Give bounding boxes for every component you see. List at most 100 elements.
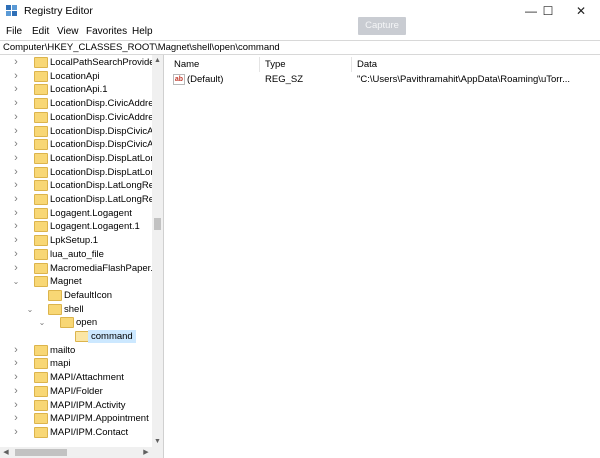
key-tree[interactable]: › LocalPathSearchProvider › LocationApi › Loc…	[0, 55, 164, 458]
chevron-right-icon[interactable]: ›	[11, 97, 21, 110]
column-divider[interactable]	[259, 57, 260, 72]
tree-item-label: LocationDisp.LatLongRep	[50, 180, 160, 192]
chevron-right-icon[interactable]: ›	[11, 385, 21, 398]
tree-item[interactable]: › Logagent.Logagent	[0, 207, 152, 221]
tree-item-label: MAPI/IPM.Activity	[50, 399, 126, 411]
chevron-right-icon[interactable]: ›	[11, 152, 21, 165]
close-button[interactable]: ✕	[562, 0, 600, 23]
tree-item-label: MAPI/Attachment	[50, 372, 124, 384]
folder-icon	[34, 111, 48, 123]
value-row[interactable]: ab (Default) REG_SZ "C:\Users\Pavithrama…	[167, 73, 600, 87]
tree-item[interactable]: ⌄ open	[0, 316, 152, 330]
menu-edit[interactable]: Edit	[32, 26, 49, 37]
chevron-right-icon[interactable]: ›	[11, 234, 21, 247]
tree-vertical-scrollbar[interactable]: ▲ ▼	[152, 55, 163, 448]
scroll-thumb-horizontal[interactable]	[15, 449, 67, 456]
tree-item[interactable]: › MAPI/Folder	[0, 385, 152, 399]
chevron-right-icon[interactable]: ›	[11, 193, 21, 206]
tree-item[interactable]: ⌄ Magnet	[0, 275, 152, 289]
chevron-down-icon[interactable]: ⌄	[25, 303, 35, 316]
scroll-thumb[interactable]	[154, 218, 161, 230]
values-list[interactable]: Name Type Data ab (Default) REG_SZ "C:\U…	[167, 55, 600, 458]
tree-item-label: LocationApi.1	[50, 84, 108, 96]
chevron-right-icon[interactable]: ›	[11, 371, 21, 384]
tree-item-label: LocationDisp.CivicAddres	[50, 98, 159, 110]
chevron-right-icon[interactable]: ›	[11, 179, 21, 192]
column-header-type[interactable]: Type	[265, 57, 286, 72]
tree-item[interactable]: command	[0, 330, 152, 344]
folder-icon	[34, 248, 48, 260]
tree-item-label: MAPI/IPM.Contact	[50, 426, 129, 438]
tree-item[interactable]: › MacromediaFlashPaper.M	[0, 262, 161, 276]
chevron-right-icon[interactable]: ›	[11, 357, 21, 370]
tree-item[interactable]: › MAPI/IPM.Activity	[0, 399, 152, 413]
chevron-right-icon[interactable]: ›	[11, 248, 21, 261]
folder-icon	[34, 262, 48, 274]
tree-item[interactable]: › LocationDisp.DispLatLong	[0, 152, 161, 166]
column-header-data[interactable]: Data	[357, 57, 377, 72]
chevron-right-icon[interactable]: ›	[11, 412, 21, 425]
tree-item[interactable]: › LocationDisp.DispLatLong	[0, 166, 161, 180]
tree-horizontal-scrollbar[interactable]: ◀ ▶	[0, 447, 163, 458]
column-divider[interactable]	[351, 57, 352, 72]
column-header-name[interactable]: Name	[174, 57, 199, 72]
tree-item[interactable]: › LocationDisp.LatLongRep	[0, 179, 159, 193]
chevron-down-icon[interactable]: ⌄	[11, 275, 21, 288]
folder-icon	[48, 303, 62, 315]
chevron-down-icon[interactable]: ⌄	[37, 316, 47, 329]
tree-item[interactable]: › LocationDisp.CivicAddres	[0, 97, 158, 111]
tree-item[interactable]: › LocalPathSearchProvider	[0, 56, 158, 70]
tree-item[interactable]: › mailto	[0, 344, 152, 358]
menu-file[interactable]: File	[6, 26, 22, 37]
address-bar[interactable]: Computer\HKEY_CLASSES_ROOT\Magnet\shell\…	[0, 40, 600, 55]
chevron-right-icon[interactable]: ›	[11, 220, 21, 233]
chevron-right-icon[interactable]: ›	[11, 111, 21, 124]
scroll-right-icon[interactable]: ▶	[140, 447, 152, 458]
tree-item[interactable]: › MAPI/IPM.Contact	[0, 426, 152, 440]
chevron-right-icon[interactable]: ›	[11, 70, 21, 83]
tree-item-label: LocationDisp.DispCivicAc	[50, 125, 159, 137]
scroll-up-icon[interactable]: ▲	[152, 55, 163, 67]
scroll-left-icon[interactable]: ◀	[0, 447, 12, 458]
folder-icon	[34, 358, 48, 370]
tree-item[interactable]: › LocationDisp.LatLongRep	[0, 193, 159, 207]
tree-item-label: LocalPathSearchProvider	[50, 57, 158, 68]
chevron-right-icon[interactable]: ›	[11, 56, 21, 69]
tree-item[interactable]: DefaultIcon	[0, 289, 152, 303]
chevron-right-icon[interactable]: ›	[11, 138, 21, 151]
tree-item[interactable]: › LocationDisp.CivicAddres	[0, 111, 158, 125]
chevron-right-icon[interactable]: ›	[11, 262, 21, 275]
tree-item-label: LocationDisp.DispCivicAc	[50, 139, 159, 151]
tree-item[interactable]: › LocationApi.1	[0, 83, 152, 97]
menu-favorites[interactable]: Favorites	[86, 26, 127, 37]
tree-item-label: LocationDisp.DispLatLong	[50, 152, 161, 164]
chevron-right-icon[interactable]: ›	[11, 207, 21, 220]
chevron-right-icon[interactable]: ›	[11, 426, 21, 439]
scrollbar-corner	[152, 447, 163, 458]
tree-item[interactable]: › MAPI/IPM.Appointment	[0, 412, 152, 426]
tree-item[interactable]: › MAPI/Attachment	[0, 371, 152, 385]
chevron-right-icon[interactable]: ›	[11, 125, 21, 138]
tree-item-label: LocationDisp.CivicAddres	[50, 111, 159, 123]
folder-icon	[34, 194, 48, 205]
chevron-right-icon[interactable]: ›	[11, 166, 21, 179]
tree-item[interactable]: › LpkSetup.1	[0, 234, 152, 248]
tree-item[interactable]: › LocationDisp.DispCivicAc	[0, 138, 158, 152]
chevron-right-icon[interactable]: ›	[11, 399, 21, 412]
menu-help[interactable]: Help	[132, 26, 153, 37]
tree-item[interactable]: › LocationApi	[0, 70, 152, 84]
tree-item[interactable]: › Logagent.Logagent.1	[0, 220, 152, 234]
folder-icon	[34, 221, 48, 233]
menu-bar: File Edit View Favorites Help	[0, 23, 600, 40]
chevron-right-icon[interactable]: ›	[11, 83, 21, 96]
tree-item-label: command	[88, 330, 136, 343]
tree-item[interactable]: ⌄ shell	[0, 303, 152, 317]
folder-icon	[34, 235, 48, 247]
tree-item-label: shell	[64, 303, 84, 315]
tree-item[interactable]: › LocationDisp.DispCivicAc	[0, 125, 158, 139]
tree-item[interactable]: › lua_auto_file	[0, 248, 152, 262]
menu-view[interactable]: View	[57, 26, 79, 37]
tree-item-label: MAPI/IPM.Appointment	[50, 413, 149, 425]
tree-item[interactable]: › mapi	[0, 357, 152, 371]
chevron-right-icon[interactable]: ›	[11, 344, 21, 357]
